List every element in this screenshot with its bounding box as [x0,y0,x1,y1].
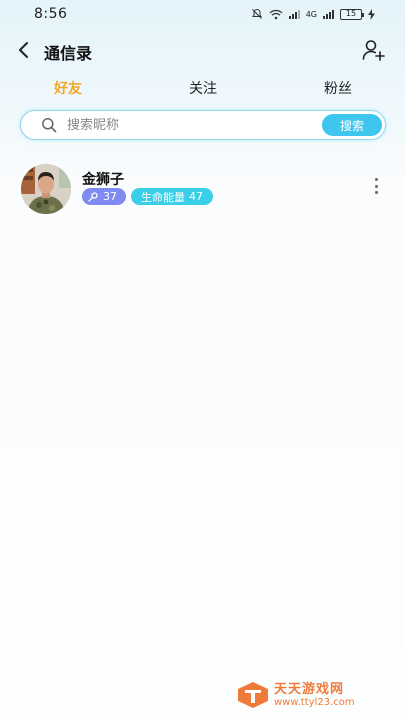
level-badge: 37 [82,188,126,205]
more-options-button[interactable] [371,176,381,196]
signal-2-icon [323,9,334,19]
add-user-icon [362,40,385,61]
mute-bell-icon [251,8,262,19]
watermark: 天天游戏网 www.ttyl23.com [236,680,386,710]
level-value: 37 [103,190,117,203]
tab-fans[interactable]: 粉丝 [324,78,352,98]
more-dot-icon [374,191,378,194]
chevron-left-icon [19,42,28,58]
key-icon [88,191,98,202]
friend-list: 金狮子 37 生命能量 47 [0,160,405,216]
avatar[interactable] [21,164,71,214]
back-button[interactable] [12,38,34,62]
watermark-sub: www.ttyl23.com [274,696,355,708]
more-dot-icon [374,184,378,188]
watermark-logo-icon [238,682,268,708]
watermark-main: 天天游戏网 [274,681,345,697]
list-item[interactable]: 金狮子 37 生命能量 47 [0,160,405,216]
status-bar: 8:56 4G 15 [0,0,405,28]
network-type-text: 4G [305,9,317,19]
energy-value: 47 [189,190,203,203]
add-friend-button[interactable] [361,37,387,63]
search-input[interactable] [67,114,317,136]
energy-badge: 生命能量 47 [131,188,213,205]
signal-1-icon [288,9,300,19]
search-icon [42,118,57,133]
more-dot-icon [374,178,378,181]
battery-level: 15 [345,9,357,18]
watermark-text: 天天游戏网 www.ttyl23.com [274,683,355,708]
battery-icon: 15 [340,8,364,20]
wifi-icon [269,9,283,19]
avatar-image [21,164,71,214]
tab-following[interactable]: 关注 [189,78,217,98]
friend-name: 金狮子 [82,172,124,188]
search-bar: 搜索 [20,110,386,140]
header: 通信录 [0,32,405,68]
status-icons: 4G 15 [251,8,375,20]
energy-label: 生命能量 [141,190,185,204]
charging-icon [368,8,375,20]
tab-bar: 好友 关注 粉丝 [0,74,405,104]
friend-badges: 37 生命能量 47 [82,188,213,205]
status-time: 8:56 [34,6,68,22]
search-button[interactable]: 搜索 [322,114,382,136]
page-title: 通信录 [44,44,93,63]
tab-friends[interactable]: 好友 [54,78,82,98]
